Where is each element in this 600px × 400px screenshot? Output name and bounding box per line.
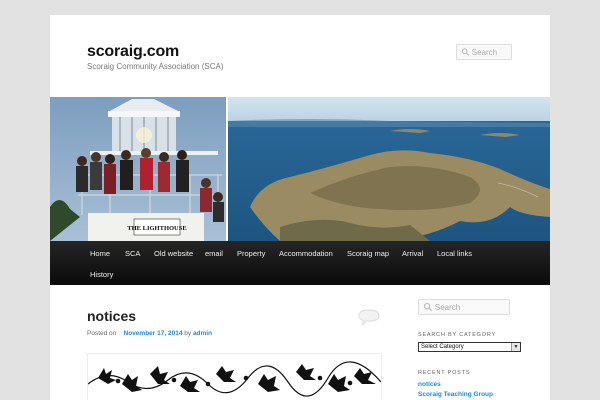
site-description: Scoraig Community Association (SCA)	[87, 62, 224, 71]
site-title[interactable]: scoraig.com	[87, 43, 179, 61]
nav-item-scoraig-map[interactable]: Scoraig map	[347, 249, 389, 258]
by-label: by	[184, 330, 192, 337]
nav-item-sca[interactable]: SCA	[125, 249, 140, 258]
post-author-link[interactable]: admin	[193, 330, 212, 337]
header-search-input[interactable]	[471, 47, 511, 57]
comment-bubble-icon[interactable]	[357, 308, 381, 326]
main-navigation: Home SCA Old website email Property Acco…	[50, 241, 550, 285]
category-widget-heading: SEARCH BY CATEGORY	[418, 332, 496, 338]
lighthouse-sign-text: THE LIGHTHOUSE	[127, 225, 186, 232]
nav-item-local-links[interactable]: Local links	[437, 249, 472, 258]
nav-item-email[interactable]: email	[205, 249, 223, 258]
sidebar-search-input[interactable]	[434, 302, 509, 312]
nav-item-accommodation[interactable]: Accommodation	[279, 249, 333, 258]
post-title[interactable]: notices	[87, 308, 136, 324]
page-container: scoraig.com Scoraig Community Associatio…	[50, 15, 550, 400]
category-select-value: Select Category	[421, 344, 464, 350]
nav-item-home[interactable]: Home	[90, 249, 110, 258]
recent-posts-heading: RECENT POSTS	[418, 370, 471, 376]
nav-item-history[interactable]: History	[90, 270, 113, 279]
header-search[interactable]	[456, 44, 512, 60]
nav-item-arrival[interactable]: Arrival	[402, 249, 423, 258]
sidebar-search[interactable]	[418, 299, 510, 315]
post-date-link[interactable]: November 17, 2014	[124, 330, 183, 337]
holly-border-image	[87, 353, 382, 400]
nav-item-property[interactable]: Property	[237, 249, 265, 258]
recent-post-link[interactable]: notices	[418, 381, 441, 388]
post-meta: Posted on November 17, 2014 by admin	[87, 330, 212, 337]
search-icon	[461, 48, 470, 56]
posted-on-label: Posted on	[87, 330, 117, 337]
category-select[interactable]: Select Category ▼	[418, 342, 521, 352]
header-banner-image: THE LIGHTHOUSE	[50, 97, 550, 241]
recent-post-link[interactable]: Scoraig Teaching Group	[418, 391, 493, 398]
select-arrow-icon: ▼	[511, 343, 520, 351]
nav-item-old-website[interactable]: Old website	[154, 249, 193, 258]
search-icon	[423, 302, 433, 312]
